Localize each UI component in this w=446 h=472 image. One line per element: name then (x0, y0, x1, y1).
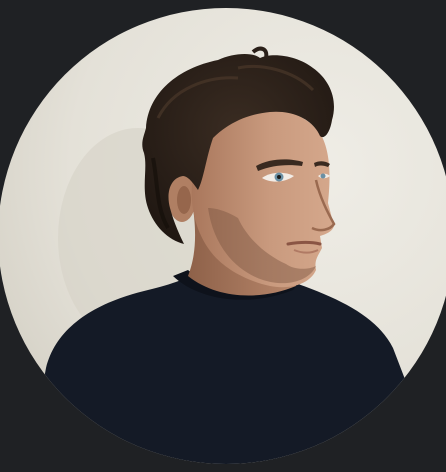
avatar (0, 8, 446, 464)
mouth (286, 241, 322, 246)
page-canvas (0, 0, 446, 472)
avatar-photo (0, 8, 446, 464)
